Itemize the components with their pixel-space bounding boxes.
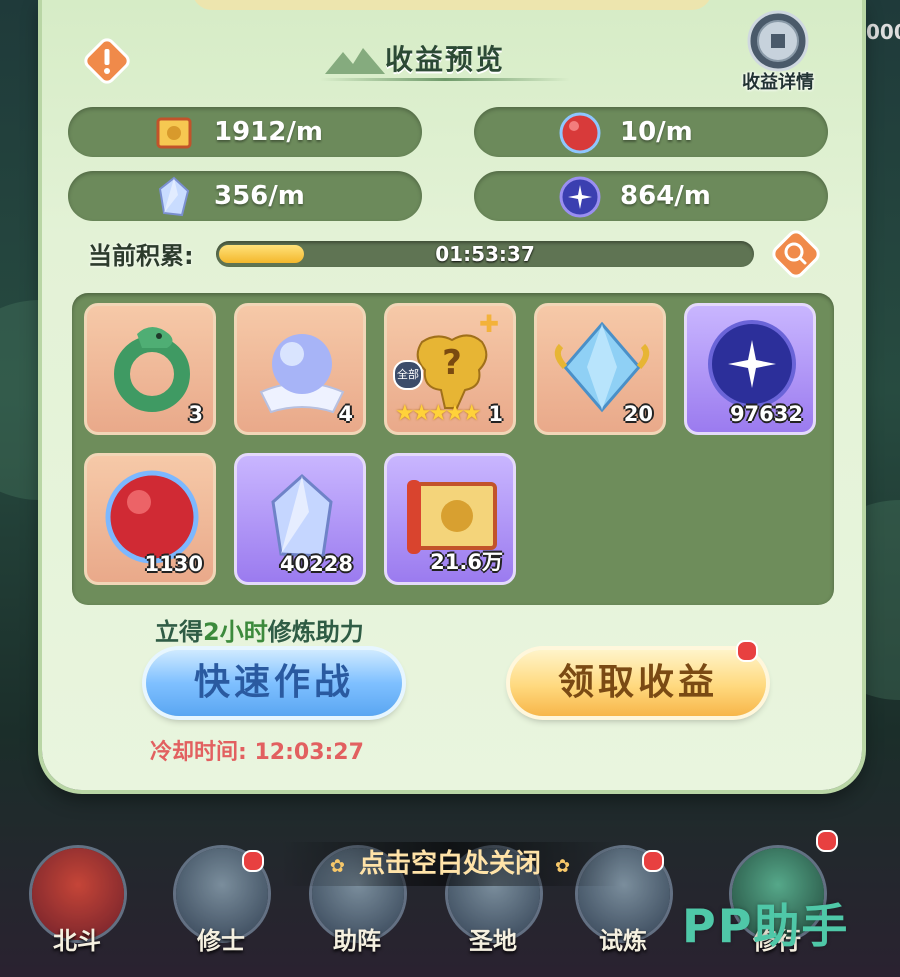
notification-dot [242, 850, 264, 872]
item-count: 3 [188, 402, 203, 426]
nav-item-cultivator[interactable]: 修士 [166, 820, 276, 970]
coin-icon [747, 10, 809, 72]
boost-description: 立得2小时修炼助力 [155, 612, 364, 647]
rate-pill-gold: 1912/m [68, 107, 422, 157]
item-count: 1130 [144, 552, 203, 576]
item-red-orb[interactable]: 1130 [84, 453, 216, 585]
fast-battle-button[interactable]: 快速作战 [146, 650, 402, 716]
item-count: 20 [623, 402, 653, 426]
item-count: 4 [338, 402, 353, 426]
item-star-orb[interactable]: 97632 [684, 303, 816, 435]
earnings-detail-button[interactable]: 收益详情 [728, 10, 828, 95]
red-orb-icon [559, 112, 601, 154]
title-underline [320, 78, 570, 81]
nav-label: 圣地 [469, 927, 517, 955]
all-badge: 全部 [393, 360, 423, 390]
nav-label: 试炼 [599, 927, 647, 955]
panel-title-box: 收益预览 [320, 40, 570, 81]
item-count: 40228 [279, 552, 353, 576]
warning-icon [84, 38, 130, 84]
item-count: 1 [488, 402, 503, 426]
red-orb-rate: 10/m [620, 117, 693, 147]
accumulation-label: 当前积累: [88, 242, 194, 270]
mountain-icon [325, 48, 385, 74]
boost-prefix: 立得 [155, 618, 203, 646]
flower-icon: ✿ [555, 856, 571, 877]
star-orb-icon [559, 176, 601, 218]
reward-item-grid: 3 4 ? ✚ 全部 ★★★★★ 1 20 97632 1130 40228 2… [72, 293, 834, 605]
gold-rate: 1912/m [214, 117, 323, 147]
item-golden-random-fragment[interactable]: ? ✚ 全部 ★★★★★ 1 [384, 303, 516, 435]
page-title: 收益预览 [384, 43, 505, 76]
accumulation-time: 01:53:37 [435, 242, 535, 266]
cooldown-time: 12:03:27 [254, 740, 364, 765]
watermark-logo: PP助手 [682, 899, 850, 953]
item-gold-scroll[interactable]: 21.6万 [384, 453, 516, 585]
flower-icon: ✿ [329, 856, 345, 877]
detail-label: 收益详情 [742, 72, 814, 93]
item-spirit-pearl[interactable]: 4 [234, 303, 366, 435]
item-count: 21.6万 [430, 550, 503, 574]
notification-dot [642, 850, 664, 872]
nav-label: 北斗 [53, 927, 101, 955]
item-blue-crystal-gem[interactable]: 20 [534, 303, 666, 435]
boost-suffix: 修炼助力 [267, 618, 364, 646]
crystal-shard-icon [158, 176, 190, 217]
notification-dot [816, 830, 838, 852]
cooldown-timer: 冷却时间: 12:03:27 [150, 734, 364, 766]
currency-counter: 000 [866, 20, 900, 44]
gold-scroll-icon [156, 117, 192, 149]
item-jade-dragon-ring[interactable]: 3 [84, 303, 216, 435]
crystal-rate: 356/m [214, 181, 305, 211]
rate-pill-red-orb: 10/m [474, 107, 828, 157]
search-icon [772, 230, 820, 278]
nav-label: 修士 [197, 927, 245, 955]
claim-earnings-button[interactable]: 领取收益 [510, 650, 766, 716]
close-hint[interactable]: ✿ 点击空白处关闭 ✿ [280, 842, 620, 886]
boost-duration: 2小时 [203, 618, 268, 646]
rate-pill-star-orb: 864/m [474, 171, 828, 221]
panel-top-band [192, 0, 712, 10]
star-rating: ★★★★★ [395, 401, 482, 426]
item-crystal-shard[interactable]: 40228 [234, 453, 366, 585]
star-orb-rate: 864/m [620, 181, 711, 211]
close-hint-text: 点击空白处关闭 [358, 849, 541, 879]
info-warning-button[interactable] [82, 36, 132, 86]
item-count: 97632 [729, 402, 803, 426]
nav-label: 助阵 [333, 927, 381, 955]
notification-dot [736, 640, 758, 662]
puzzle-piece-icon: ✚ [478, 310, 499, 338]
svg-text:?: ? [442, 343, 462, 383]
search-button[interactable] [772, 230, 820, 278]
nav-item-beidou[interactable]: 北斗 [22, 820, 132, 970]
rate-pill-crystal: 356/m [68, 171, 422, 221]
accumulation-progress-bar: 01:53:37 [216, 241, 754, 267]
cooldown-label: 冷却时间: [150, 740, 247, 765]
